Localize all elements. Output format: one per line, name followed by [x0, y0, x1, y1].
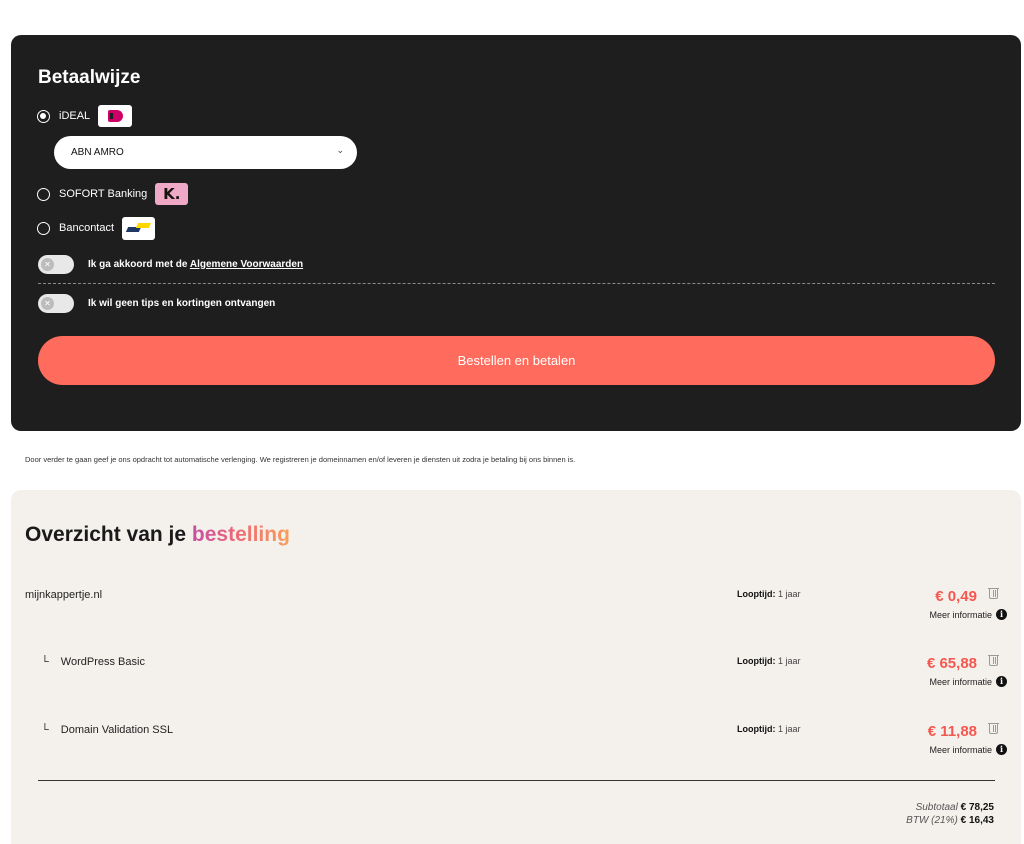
radio-bancontact[interactable] [37, 221, 50, 235]
terms-toggle-row: ✕ Ik ga akkoord met de Algemene Voorwaar… [38, 254, 303, 274]
bancontact-logo-icon [122, 216, 156, 240]
order-item-name: └ Domain Validation SSL [41, 724, 174, 736]
subtotal-value: € 78,25 [960, 802, 994, 813]
close-icon: ✕ [41, 257, 54, 271]
order-and-pay-button[interactable]: Bestellen en betalen [38, 336, 995, 385]
payment-method-sofort[interactable]: SOFORT Banking K. [37, 182, 189, 206]
bank-select[interactable]: ABN AMRO ⌄ [54, 136, 357, 169]
method-label-sofort: SOFORT Banking [59, 188, 148, 200]
payment-method-bancontact[interactable]: Bancontact [37, 216, 156, 240]
ideal-logo-icon [98, 105, 133, 127]
branch-icon: └ [41, 656, 49, 668]
tips-text: Ik wil geen tips en kortingen ontvangen [88, 297, 276, 309]
close-icon: ✕ [41, 296, 54, 310]
more-info-link[interactable]: Meer informatie i [929, 676, 1007, 687]
order-item: mijnkappertje.nl Looptijd: 1 jaar € 0,49… [11, 585, 1021, 635]
payment-card: Betaalwijze iDEAL ABN AMRO ⌄ SOFORT Bank… [11, 35, 1021, 431]
klarna-logo-icon: K. [155, 183, 189, 205]
terms-toggle[interactable]: ✕ [38, 254, 74, 274]
trash-icon[interactable] [988, 588, 999, 599]
payment-title: Betaalwijze [38, 67, 141, 88]
info-icon: i [996, 744, 1007, 755]
order-divider [38, 780, 995, 781]
terms-link[interactable]: Algemene Voorwaarden [190, 259, 303, 270]
method-label-ideal: iDEAL [59, 110, 91, 122]
dashed-divider [38, 283, 995, 284]
method-label-bancontact: Bancontact [59, 222, 115, 234]
order-item: └ WordPress Basic Looptijd: 1 jaar € 65,8… [11, 652, 1021, 702]
chevron-down-icon: ⌄ [336, 145, 344, 155]
vat-line: BTW (21%) € 16,43 [906, 815, 994, 826]
more-info-link[interactable]: Meer informatie i [929, 609, 1007, 620]
order-overview-card: Overzicht van je bestelling mijnkappertj… [11, 490, 1021, 844]
disclaimer-text: Door verder te gaan geef je ons opdracht… [25, 455, 576, 464]
info-icon: i [996, 676, 1007, 687]
order-item-name: mijnkappertje.nl [25, 589, 103, 601]
order-item-term: Looptijd: 1 jaar [737, 656, 801, 666]
radio-ideal[interactable] [37, 109, 50, 123]
payment-method-ideal[interactable]: iDEAL [37, 104, 133, 128]
trash-icon[interactable] [988, 723, 999, 734]
vat-value: € 16,43 [960, 815, 994, 826]
order-item-name: └ WordPress Basic [41, 656, 145, 668]
subtotal-line: Subtotaal € 78,25 [915, 802, 994, 813]
order-item-price: € 0,49 [935, 588, 977, 605]
bank-select-value: ABN AMRO [71, 147, 124, 158]
info-icon: i [996, 609, 1007, 620]
order-item-price: € 65,88 [926, 655, 977, 672]
branch-icon: └ [41, 724, 49, 736]
order-totals: Subtotaal € 78,25 BTW (21%) € 16,43 [906, 801, 994, 827]
order-item-term: Looptijd: 1 jaar [737, 724, 801, 734]
radio-sofort[interactable] [37, 187, 50, 201]
order-item-term: Looptijd: 1 jaar [737, 589, 801, 599]
order-title: Overzicht van je bestelling [25, 523, 290, 546]
more-info-link[interactable]: Meer informatie i [929, 744, 1007, 755]
trash-icon[interactable] [988, 655, 999, 666]
order-title-accent: bestelling [191, 523, 290, 546]
tips-toggle[interactable]: ✕ [38, 293, 74, 313]
terms-text: Ik ga akkoord met de Algemene Voorwaarde… [88, 258, 304, 270]
order-item: └ Domain Validation SSL Looptijd: 1 jaar … [11, 720, 1021, 770]
tips-toggle-row: ✕ Ik wil geen tips en kortingen ontvange… [38, 293, 275, 313]
order-item-price: € 11,88 [927, 723, 977, 740]
